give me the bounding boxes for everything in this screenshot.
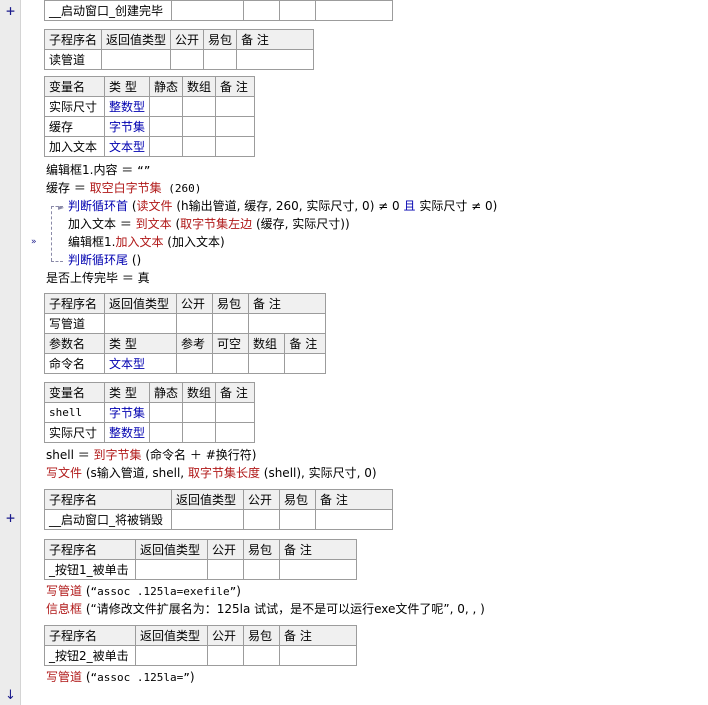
table-row: 加入文本 文本型 bbox=[44, 136, 256, 157]
col-header: 返回值类型 bbox=[135, 625, 208, 646]
sub-table-button1-click: 子程序名 返回值类型 公开 易包 备 注 _按钮1_被单击 bbox=[44, 539, 357, 580]
code-line[interactable]: 信息框 (“请修改文件扩展名为：125la 试试，是不是可以运行exe文件了呢”… bbox=[46, 601, 485, 617]
current-line-marker-icon: » bbox=[31, 237, 36, 247]
col-header: 子程序名 bbox=[44, 489, 172, 510]
col-header: 备 注 bbox=[215, 76, 256, 97]
sub-table-write-pipe: 子程序名 返回值类型 公开 易包 备 注 写管道 参数名 类 型 参考 可空 数… bbox=[44, 293, 326, 374]
code-line[interactable]: 写文件 (s输入管道, shell, 取字节集长度 (shell), 实际尺寸,… bbox=[46, 465, 377, 481]
col-header: 返回值类型 bbox=[104, 293, 177, 314]
code-line[interactable]: 加入文本 ＝ 到文本 (取字节集左边 (缓存, 实际尺寸)) bbox=[68, 216, 350, 232]
code-line[interactable]: 是否上传完毕 ＝ 真 bbox=[46, 270, 150, 286]
expand-plus-icon[interactable]: + bbox=[6, 4, 15, 19]
sub-table-startup-destroy: 子程序名 返回值类型 公开 易包 备 注 __启动窗口_将被销毁 bbox=[44, 489, 393, 530]
down-arrow-icon[interactable]: ↓ bbox=[5, 688, 16, 703]
var-name[interactable]: 缓存 bbox=[44, 116, 105, 137]
code-line[interactable]: 判断循环首 (读文件 (h输出管道, 缓存, 260, 实际尺寸, 0) ≠ 0… bbox=[68, 198, 497, 214]
sub-name[interactable]: 写管道 bbox=[44, 313, 105, 334]
col-header: 类 型 bbox=[103, 382, 151, 403]
col-header: 公开 bbox=[207, 625, 244, 646]
col-header: 类 型 bbox=[104, 333, 177, 354]
sub-name[interactable]: 读管道 bbox=[43, 49, 103, 70]
loop-bracket bbox=[51, 261, 63, 262]
col-header: 数组 bbox=[182, 382, 217, 403]
col-header: 子程序名 bbox=[44, 293, 105, 314]
col-header: 子程序名 bbox=[44, 625, 136, 646]
gutter bbox=[0, 0, 21, 705]
expand-plus-icon[interactable]: + bbox=[6, 511, 15, 526]
col-header: 返回值类型 bbox=[135, 539, 208, 560]
sub-name[interactable]: __启动窗口_将被销毁 bbox=[44, 509, 172, 530]
col-header: 参数名 bbox=[44, 333, 105, 354]
col-header: 易包 bbox=[243, 625, 280, 646]
sub-table-read-pipe: 子程序名 返回值类型 公开 易包 备 注 读管道 bbox=[43, 29, 315, 70]
var-type[interactable]: 整数型 bbox=[103, 96, 151, 117]
col-header: 返回值类型 bbox=[171, 489, 244, 510]
col-header: 易包 bbox=[212, 293, 249, 314]
col-header: 易包 bbox=[243, 539, 280, 560]
var-name[interactable]: shell bbox=[44, 402, 105, 423]
sub-table-startup-created: __启动窗口_创建完毕 bbox=[44, 0, 393, 21]
var-name[interactable]: 实际尺寸 bbox=[44, 422, 105, 443]
vars-table-write-pipe: 变量名 类 型 静态 数组 备 注 shell 字节集 实际尺寸 整数型 bbox=[44, 382, 256, 443]
code-line[interactable]: 写管道 (“assoc .125la=”) bbox=[46, 669, 195, 686]
col-header: 易包 bbox=[279, 489, 316, 510]
col-header: 备 注 bbox=[284, 333, 326, 354]
col-header: 公开 bbox=[207, 539, 244, 560]
code-line[interactable]: 编辑框1.内容 ＝ “” bbox=[46, 162, 150, 179]
col-header: 返回值类型 bbox=[101, 29, 172, 50]
col-header: 备 注 bbox=[215, 382, 256, 403]
col-header: 静态 bbox=[149, 382, 184, 403]
sub-table-button2-click: 子程序名 返回值类型 公开 易包 备 注 _按钮2_被单击 bbox=[44, 625, 357, 666]
col-header: 参考 bbox=[176, 333, 213, 354]
code-line[interactable]: 写管道 (“assoc .125la=exefile”) bbox=[46, 583, 241, 600]
col-header: 公开 bbox=[243, 489, 280, 510]
sub-name[interactable]: _按钮1_被单击 bbox=[44, 559, 136, 580]
col-header: 备 注 bbox=[248, 293, 326, 314]
col-header: 变量名 bbox=[44, 382, 105, 403]
col-header: 公开 bbox=[176, 293, 213, 314]
table-row: 命令名 文本型 bbox=[44, 353, 326, 374]
col-header: 可空 bbox=[212, 333, 249, 354]
sub-name[interactable]: _按钮2_被单击 bbox=[44, 645, 136, 666]
table-row: 实际尺寸 整数型 bbox=[44, 422, 256, 443]
code-line[interactable]: 编辑框1.加入文本 (加入文本) bbox=[68, 234, 225, 250]
table-row: 实际尺寸 整数型 bbox=[44, 96, 256, 117]
col-header: 易包 bbox=[203, 29, 238, 50]
col-header: 备 注 bbox=[279, 539, 357, 560]
col-header: 变量名 bbox=[44, 76, 105, 97]
var-type[interactable]: 字节集 bbox=[103, 402, 151, 423]
arrow-right-icon: ► bbox=[58, 203, 65, 212]
col-header: 数组 bbox=[247, 333, 286, 354]
col-header: 数组 bbox=[182, 76, 217, 97]
var-type[interactable]: 整数型 bbox=[103, 422, 151, 443]
table-row: 缓存 字节集 bbox=[44, 116, 256, 137]
code-line[interactable]: 判断循环尾 () bbox=[68, 252, 141, 268]
vars-table-read-pipe: 变量名 类 型 静态 数组 备 注 实际尺寸 整数型 缓存 字节集 加入文本 文本型 bbox=[44, 76, 256, 157]
loop-bracket bbox=[51, 206, 52, 261]
col-header: 子程序名 bbox=[43, 29, 103, 50]
col-header: 静态 bbox=[149, 76, 184, 97]
table-row: shell 字节集 bbox=[44, 402, 256, 423]
var-type[interactable]: 文本型 bbox=[103, 136, 151, 157]
code-line[interactable]: 缓存 ＝ 取空白字节集 (260) bbox=[46, 180, 201, 197]
var-type[interactable]: 字节集 bbox=[103, 116, 151, 137]
col-header: 备 注 bbox=[315, 489, 393, 510]
param-type[interactable]: 文本型 bbox=[104, 353, 177, 374]
sub-name[interactable]: __启动窗口_创建完毕 bbox=[44, 0, 172, 21]
col-header: 类 型 bbox=[103, 76, 151, 97]
col-header: 子程序名 bbox=[44, 539, 136, 560]
param-name[interactable]: 命令名 bbox=[44, 353, 105, 374]
col-header: 公开 bbox=[170, 29, 205, 50]
code-line[interactable]: shell ＝ 到字节集 (命令名 ＋ #换行符) bbox=[46, 447, 256, 463]
var-name[interactable]: 加入文本 bbox=[44, 136, 105, 157]
var-name[interactable]: 实际尺寸 bbox=[44, 96, 105, 117]
col-header: 备 注 bbox=[236, 29, 315, 50]
col-header: 备 注 bbox=[279, 625, 357, 646]
